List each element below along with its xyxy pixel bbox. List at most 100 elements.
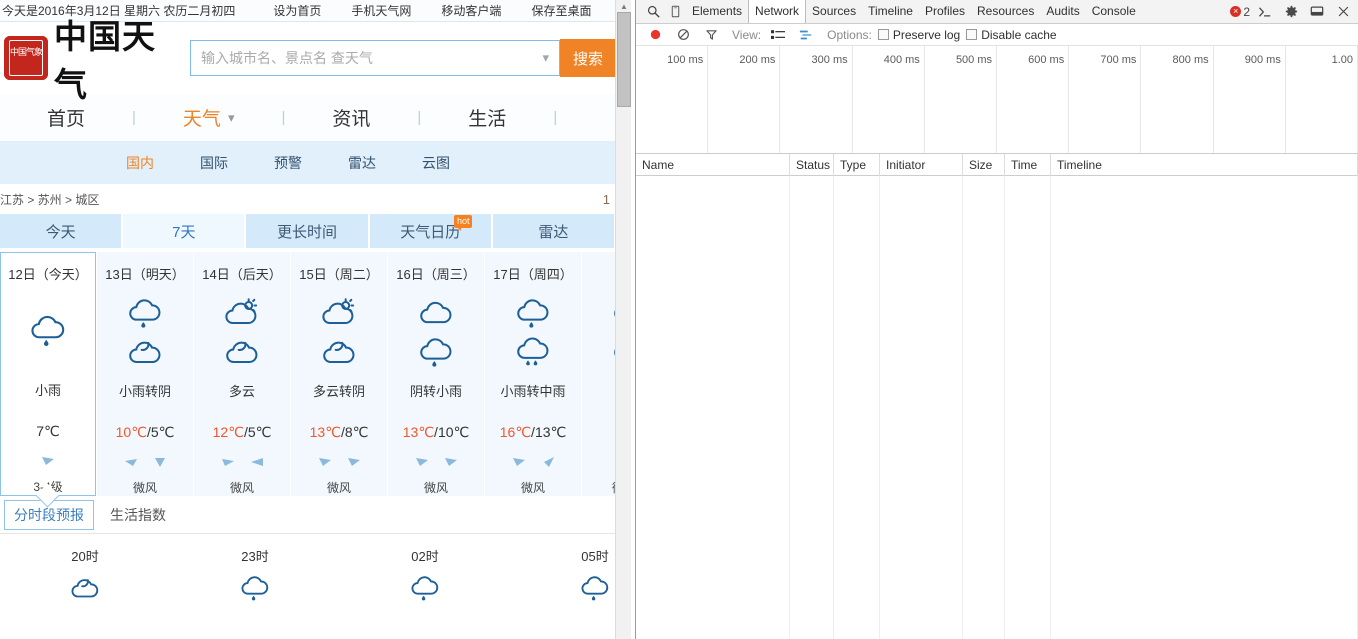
wind-arrow-icon <box>220 455 236 472</box>
site-header: 中国气象 中国天气 ▾ 搜索 <box>0 20 616 104</box>
column-header-status[interactable]: Status <box>790 153 834 176</box>
error-count-label: 2 <box>1243 4 1250 19</box>
tab-longer-label: 更长时间 <box>277 223 338 241</box>
devtools-tabbar: Elements Network Sources Timeline Profil… <box>636 0 1358 24</box>
devtools-tab-elements[interactable]: Elements <box>686 0 748 23</box>
tab-radar[interactable]: 雷达 <box>492 214 616 248</box>
list-view-icon[interactable] <box>767 24 789 46</box>
column-header-timeline[interactable]: Timeline <box>1051 153 1358 176</box>
column-header-time[interactable]: Time <box>1005 153 1051 176</box>
site-logo[interactable]: 中国气象 中国天气 <box>4 10 161 106</box>
error-count-badge[interactable]: × 2 <box>1230 5 1250 19</box>
search-input[interactable] <box>201 50 537 66</box>
disable-cache-label: Disable cache <box>981 27 1057 42</box>
column-header-size[interactable]: Size <box>963 153 1005 176</box>
devtools-tab-timeline[interactable]: Timeline <box>862 0 919 23</box>
subnav-item-international[interactable]: 国际 <box>200 153 228 173</box>
forecast-card[interactable]: 13日（明天） 小雨转阴 10℃/5℃ 微风 <box>97 252 193 496</box>
wind-arrow-icon <box>317 455 333 472</box>
column-header-name[interactable]: Name <box>636 153 790 176</box>
forecast-card[interactable]: 16日（周三） 阴转小雨 13℃/10℃ 微风 <box>388 252 484 496</box>
breadcrumb-text[interactable]: 江苏 > 苏州 > 城区 <box>0 191 99 208</box>
devtools-tab-console[interactable]: Console <box>1086 0 1142 23</box>
device-toolbar-icon[interactable] <box>664 1 686 23</box>
rain-moderate-icon <box>513 335 553 372</box>
grid-col-type <box>834 176 880 639</box>
page-scrollbar[interactable]: ▲ <box>615 0 631 639</box>
tab-7days[interactable]: 7天 <box>123 214 247 248</box>
subnav-item-alerts[interactable]: 预警 <box>274 153 302 173</box>
breadcrumb-right-clipped: 1 <box>602 191 610 207</box>
forecast-card[interactable]: 15日（周二） 多云转阴 13℃/8℃ 微风 <box>291 252 387 496</box>
nav-item-life[interactable]: 生活 <box>468 104 506 131</box>
rain-light-icon <box>238 576 272 606</box>
waterfall-view-icon[interactable] <box>795 24 817 46</box>
forecast-desc: 多云 <box>228 384 255 399</box>
checkbox-icon[interactable] <box>966 29 978 40</box>
timeline-tick: 800 ms <box>1141 46 1214 153</box>
subnav-item-domestic[interactable]: 国内 <box>126 153 154 173</box>
forecast-desc: 多云转阴 <box>312 384 365 399</box>
tab-longer[interactable]: 更长时间 <box>246 214 370 248</box>
mobile-client-link[interactable]: 移动客户端 <box>441 2 501 19</box>
timeline-tick: 200 ms <box>708 46 781 153</box>
forecast-card[interactable]: 17日（周四） 小雨转中雨 16℃/13℃ 微风 <box>485 252 581 496</box>
timeline-tick-label: 1.00 <box>1331 54 1354 66</box>
preserve-log-label: Preserve log <box>892 27 961 42</box>
devtools-tab-network[interactable]: Network <box>748 0 807 23</box>
record-icon[interactable] <box>644 24 666 46</box>
forecast-icons <box>222 293 262 375</box>
column-header-type[interactable]: Type <box>834 153 880 176</box>
column-header-initiator[interactable]: Initiator <box>880 153 963 176</box>
tab-today-label: 今天 <box>45 223 76 241</box>
timeline-tick-label: 500 ms <box>955 54 993 66</box>
scrollbar-thumb[interactable] <box>617 12 631 107</box>
scroll-up-icon[interactable]: ▲ <box>616 0 632 12</box>
dock-position-icon[interactable] <box>1306 1 1328 23</box>
subnav-item-satellite[interactable]: 云图 <box>422 153 450 173</box>
wind-arrow-icon <box>414 455 430 472</box>
console-drawer-icon[interactable] <box>1254 1 1276 23</box>
forecast-card[interactable]: 14日（后天） 多云 12℃/5℃ 微风 <box>194 252 290 496</box>
network-request-list[interactable] <box>636 176 1358 639</box>
devtools-tab-profiles[interactable]: Profiles <box>919 0 971 23</box>
nav-item-news[interactable]: 资讯 <box>332 104 370 131</box>
clear-icon[interactable] <box>672 24 694 46</box>
save-to-desktop-link[interactable]: 保存至桌面 <box>531 2 591 19</box>
devtools-tab-resources[interactable]: Resources <box>971 0 1040 23</box>
search-icon[interactable] <box>642 1 664 23</box>
forecast-date: 14日（后天） <box>202 267 282 282</box>
cloudy-night-icon <box>222 335 262 372</box>
forecast-wind: 3-4级 <box>33 480 63 494</box>
preserve-log-checkbox[interactable]: Preserve log <box>877 27 961 42</box>
nav-item-weather-label: 天气 <box>182 109 221 130</box>
forecast-temp-low: 10℃ <box>437 424 470 440</box>
network-overview-timeline[interactable]: 100 ms 200 ms 300 ms 400 ms 500 ms 600 m… <box>636 46 1358 154</box>
subnav-item-radar[interactable]: 雷达 <box>348 153 376 173</box>
search-button[interactable]: 搜索 <box>560 39 616 77</box>
forecast-card[interactable]: 12日（今天） 小雨 7℃ 3-4级 <box>0 252 96 496</box>
disable-cache-checkbox[interactable]: Disable cache <box>966 27 1057 42</box>
timeline-tick-label: 200 ms <box>739 54 776 66</box>
devtools-tab-audits[interactable]: Audits <box>1040 0 1085 23</box>
forecast-card[interactable]: 18日 小 18℃ <box>582 252 616 496</box>
devtools-tab-sources[interactable]: Sources <box>806 0 862 23</box>
hourly-list: 20时 23时 02时 05时 <box>0 534 616 606</box>
wind-arrow-icon <box>123 455 139 472</box>
forecast-wind-icons <box>40 454 56 470</box>
close-icon[interactable] <box>1332 1 1354 23</box>
chevron-down-icon[interactable]: ▾ <box>536 50 549 66</box>
nav-item-home[interactable]: 首页 <box>47 104 85 131</box>
tab-calendar[interactable]: 天气日历 hot <box>369 214 493 248</box>
gear-icon[interactable] <box>1280 1 1302 23</box>
mobile-weather-link[interactable]: 手机天气网 <box>351 2 411 19</box>
timeline-tick-label: 800 ms <box>1172 54 1209 66</box>
filter-icon[interactable] <box>700 24 722 46</box>
tab-today[interactable]: 今天 <box>0 214 124 248</box>
grid-col-timeline <box>1051 176 1358 639</box>
checkbox-icon[interactable] <box>877 29 889 40</box>
search-box[interactable]: ▾ <box>190 40 560 76</box>
nav-item-weather[interactable]: 天气 ▾ <box>183 104 235 131</box>
tab-life-index[interactable]: 生活指数 <box>100 500 176 530</box>
set-homepage-link[interactable]: 设为首页 <box>273 2 321 19</box>
